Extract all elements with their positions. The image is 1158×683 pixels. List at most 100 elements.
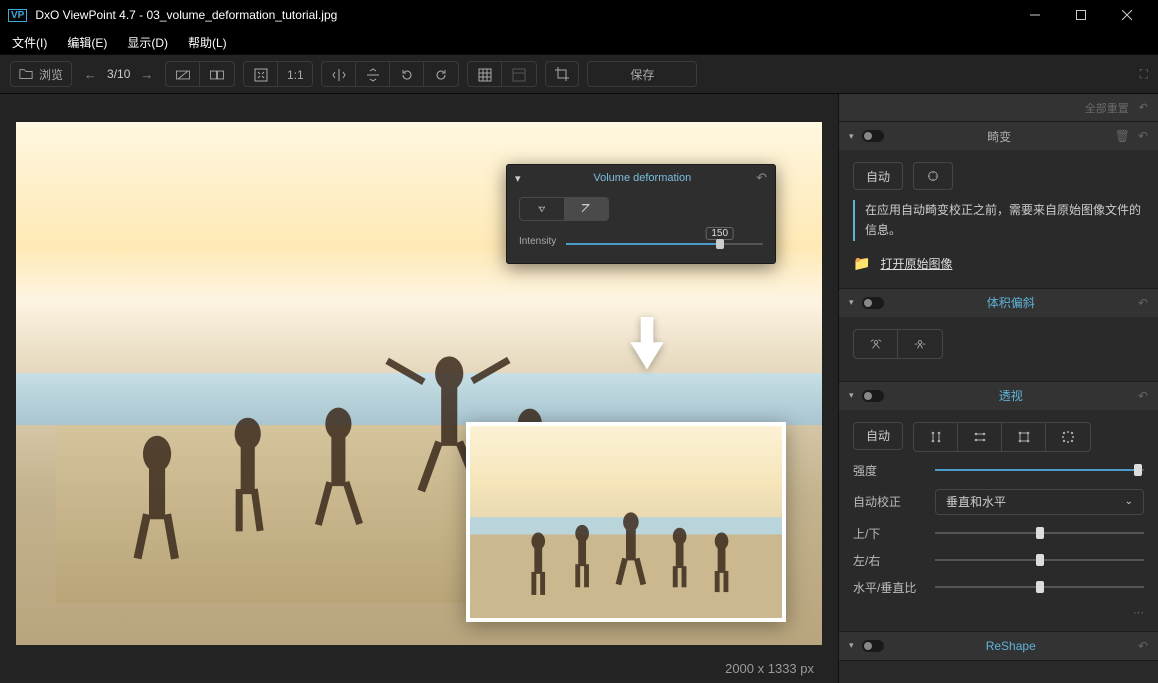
close-button[interactable]	[1104, 0, 1150, 30]
menu-view[interactable]: 显示(D)	[127, 34, 168, 51]
section-distortion-head[interactable]: ▾ 畸变 🗑 ↶	[839, 122, 1158, 150]
transform-group	[321, 61, 459, 87]
distortion-manual-button[interactable]	[913, 162, 953, 190]
perspective-tool-segment	[913, 422, 1091, 452]
undo-icon[interactable]: ↶	[1138, 296, 1148, 310]
tutorial-overlay-panel: ▾ Volume deformation ↶ ⦡ ⦢ Intensity	[506, 164, 776, 264]
next-image-button[interactable]: →	[140, 67, 153, 82]
chevron-down-icon: ⌄	[1125, 496, 1133, 507]
chevron-down-icon: ▾	[849, 390, 854, 401]
overlay-intensity-slider: 150	[566, 231, 763, 251]
section-volume: ▾ 体积偏斜 ↶	[839, 289, 1158, 382]
perspective-vertical-button[interactable]	[914, 423, 958, 451]
image-canvas[interactable]: ▾ Volume deformation ↶ ⦡ ⦢ Intensity	[16, 122, 822, 645]
rotate-cw-icon	[434, 68, 448, 82]
tutorial-result-inset	[466, 422, 786, 622]
section-perspective-head[interactable]: ▾ 透视 ↶	[839, 382, 1158, 410]
hvratio-slider[interactable]	[935, 580, 1144, 594]
zoom-11-label: 1:1	[287, 68, 304, 82]
window-title: DxO ViewPoint 4.7 - 03_volume_deformatio…	[35, 8, 1012, 22]
save-button[interactable]: 保存	[587, 61, 697, 87]
overlay-icon	[512, 68, 526, 82]
trash-icon[interactable]: 🗑	[1115, 129, 1130, 143]
rect-icon	[1017, 430, 1031, 444]
volume-mode-diag-button[interactable]	[854, 330, 898, 358]
leftright-slider[interactable]	[935, 553, 1144, 567]
reshape-title: ReShape	[892, 639, 1130, 653]
compare-split-button[interactable]	[166, 62, 200, 87]
fullscreen-button[interactable]: ⛶	[1140, 67, 1148, 82]
perspective-horizontal-button[interactable]	[958, 423, 1002, 451]
right-panel: 全部重置 ↶ ▾ 畸变 🗑 ↶ 自动 在应用	[838, 94, 1158, 683]
vertical-lines-icon	[929, 430, 943, 444]
compare-mode-group	[165, 61, 235, 87]
manual-icon	[926, 169, 940, 183]
compare-side-button[interactable]	[200, 62, 234, 87]
overlay-intensity-label: Intensity	[519, 236, 556, 247]
open-original-link[interactable]: 打开原始图像	[880, 255, 952, 272]
menu-edit[interactable]: 编辑(E)	[67, 34, 107, 51]
zoom-fit-button[interactable]	[244, 62, 278, 87]
reset-all-button[interactable]: 全部重置	[1085, 100, 1129, 116]
crop-tool-button[interactable]	[545, 61, 579, 87]
crop-icon	[555, 67, 569, 81]
perspective-rect-button[interactable]	[1002, 423, 1046, 451]
panel-top-strip	[0, 94, 838, 122]
updown-slider[interactable]	[935, 526, 1144, 540]
menubar: 文件(I) 编辑(E) 显示(D) 帮助(L)	[0, 30, 1158, 54]
open-original-row[interactable]: 📁 打开原始图像	[853, 251, 1144, 276]
overlay-options-button[interactable]	[502, 62, 536, 87]
fit-icon	[254, 68, 268, 82]
folder-icon: 📁	[853, 255, 870, 272]
menu-help[interactable]: 帮助(L)	[188, 34, 227, 51]
flip-h-button[interactable]	[322, 62, 356, 87]
titlebar: VP DxO ViewPoint 4.7 - 03_volume_deforma…	[0, 0, 1158, 30]
toolbar: 浏览 ← 3/10 → 1:1 保存 ⛶	[0, 54, 1158, 94]
folder-icon	[19, 67, 33, 81]
prev-image-button[interactable]: ←	[84, 67, 97, 82]
zoom-11-button[interactable]: 1:1	[278, 62, 312, 87]
reshape-toggle[interactable]	[862, 640, 884, 652]
volume-title: 体积偏斜	[892, 294, 1130, 311]
perspective-toggle[interactable]	[862, 390, 884, 402]
volume-toggle[interactable]	[862, 297, 884, 309]
autocorrect-value: 垂直和水平	[946, 493, 1006, 510]
image-counter: 3/10	[107, 67, 130, 81]
rotate-ccw-button[interactable]	[390, 62, 424, 87]
horizontal-lines-icon	[973, 430, 987, 444]
volume-mode-horiz-button[interactable]	[898, 330, 942, 358]
section-perspective: ▾ 透视 ↶ 自动 强度	[839, 382, 1158, 632]
split-diag-icon	[176, 68, 190, 82]
undo-icon[interactable]: ↶	[1138, 389, 1148, 403]
app-logo: VP	[8, 9, 27, 22]
browse-label: 浏览	[39, 66, 63, 83]
maximize-button[interactable]	[1058, 0, 1104, 30]
perspective-8pt-button[interactable]	[1046, 423, 1090, 451]
leftright-label: 左/右	[853, 552, 921, 569]
undo-icon[interactable]: ↶	[1138, 639, 1148, 653]
perspective-auto-button[interactable]: 自动	[853, 422, 903, 450]
grid-button[interactable]	[468, 62, 502, 87]
chevron-down-icon: ▾	[849, 297, 854, 308]
overlay-mode-segment: ⦡ ⦢	[519, 197, 609, 221]
eight-point-icon	[1061, 430, 1075, 444]
browse-button[interactable]: 浏览	[10, 61, 72, 87]
rotate-cw-button[interactable]	[424, 62, 458, 87]
section-reshape-head[interactable]: ▾ ReShape ↶	[839, 632, 1158, 660]
minimize-button[interactable]	[1012, 0, 1058, 30]
section-volume-head[interactable]: ▾ 体积偏斜 ↶	[839, 289, 1158, 317]
more-options-icon[interactable]: ⋯	[853, 606, 1144, 619]
flip-v-button[interactable]	[356, 62, 390, 87]
horizontal-icon	[913, 337, 927, 351]
distortion-auto-button[interactable]: 自动	[853, 162, 903, 190]
menu-file[interactable]: 文件(I)	[12, 34, 47, 51]
autocorrect-select[interactable]: 垂直和水平 ⌄	[935, 489, 1144, 515]
flip-h-icon	[332, 68, 346, 82]
intensity-slider[interactable]	[935, 463, 1144, 477]
reset-all-undo-icon[interactable]: ↶	[1139, 101, 1148, 114]
undo-icon[interactable]: ↶	[1138, 129, 1148, 143]
grid-group	[467, 61, 537, 87]
tutorial-arrow-icon	[626, 317, 668, 369]
distortion-toggle[interactable]	[862, 130, 884, 142]
overlay-mode-diagonal: ⦡	[520, 198, 564, 220]
